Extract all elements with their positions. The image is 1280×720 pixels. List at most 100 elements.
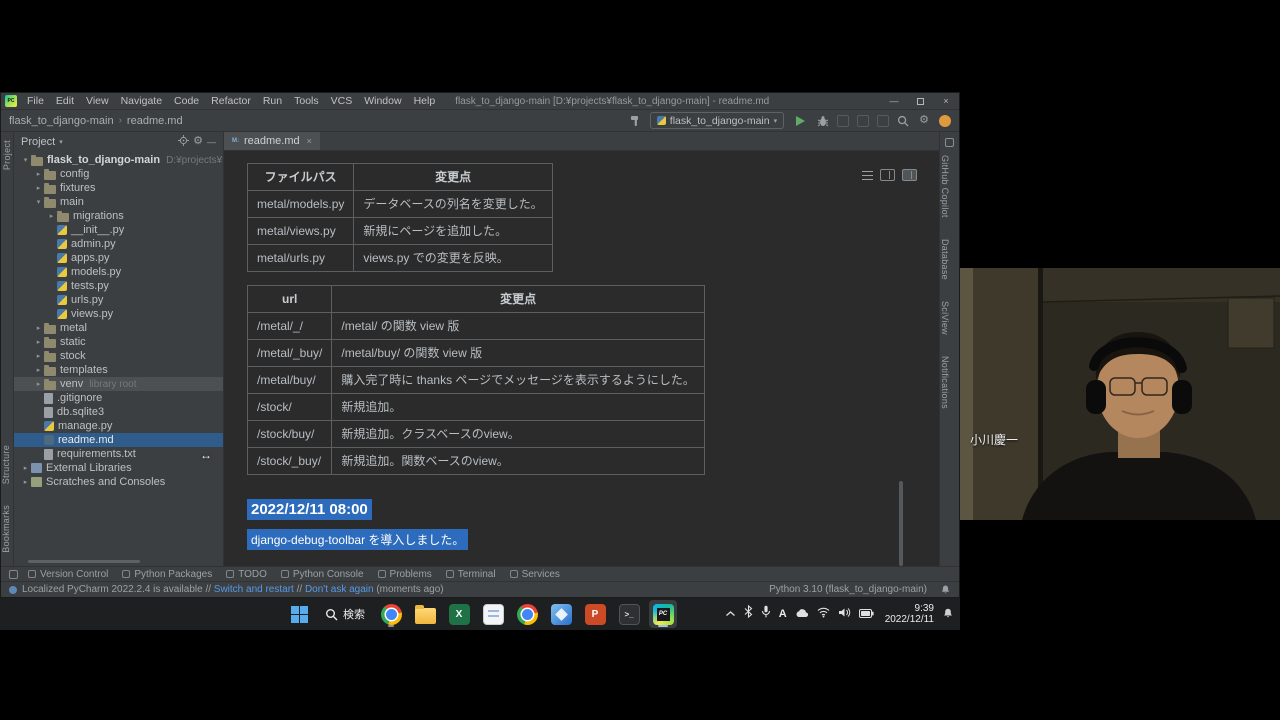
onedrive-icon[interactable] xyxy=(795,605,809,623)
tree-item-static[interactable]: ▸static xyxy=(14,335,223,349)
minimize-button[interactable]: — xyxy=(881,93,907,110)
taskbar-search[interactable]: 検索 xyxy=(319,601,371,627)
toolbutton-version-control[interactable]: Version Control xyxy=(28,569,108,580)
menu-file[interactable]: File xyxy=(21,95,50,107)
chevron-open-icon[interactable]: ▾ xyxy=(20,156,31,164)
tree-item-gitignore[interactable]: .gitignore xyxy=(14,391,223,405)
chevron-closed-icon[interactable]: ▸ xyxy=(33,338,44,346)
run-button[interactable] xyxy=(796,116,805,126)
tree-item-readme-md[interactable]: readme.md xyxy=(14,433,223,447)
toolbutton-services[interactable]: Services xyxy=(510,569,560,580)
tree-item-templates[interactable]: ▸templates xyxy=(14,363,223,377)
toolbutton-python-console[interactable]: Python Console xyxy=(281,569,364,580)
battery-icon[interactable] xyxy=(859,605,874,623)
tree-item-admin-py[interactable]: admin.py xyxy=(14,237,223,251)
toolbutton-terminal[interactable]: Terminal xyxy=(446,569,496,580)
menu-edit[interactable]: Edit xyxy=(50,95,80,107)
taskbar-terminal[interactable]: >_ xyxy=(615,600,643,628)
chevron-closed-icon[interactable]: ▸ xyxy=(33,170,44,178)
taskbar-powerpoint[interactable]: P xyxy=(581,600,609,628)
close-button[interactable]: × xyxy=(933,93,959,110)
tree-item-migrations[interactable]: ▸migrations xyxy=(14,209,223,223)
tree-item-tests-py[interactable]: tests.py xyxy=(14,279,223,293)
tool-strip-project[interactable]: Project xyxy=(2,140,12,170)
tree-item-fixtures[interactable]: ▸fixtures xyxy=(14,181,223,195)
chevron-closed-icon[interactable]: ▸ xyxy=(33,352,44,360)
tool-strip-top-icon[interactable] xyxy=(945,138,954,147)
menu-tools[interactable]: Tools xyxy=(288,95,325,107)
settings-icon[interactable]: ⚙ xyxy=(919,115,929,126)
restore-button[interactable] xyxy=(907,98,933,105)
tool-strip-database[interactable]: Database xyxy=(940,239,950,280)
tree-item-flask-to-django-main[interactable]: ▾flask_to_django-mainD:¥projects¥flask_t… xyxy=(14,153,223,167)
tree-item-metal[interactable]: ▸metal xyxy=(14,321,223,335)
microphone-icon[interactable] xyxy=(761,605,771,623)
toolbutton-todo[interactable]: TODO xyxy=(226,569,267,580)
preview-menu-icon[interactable] xyxy=(862,171,873,180)
switch-restart-link[interactable]: Switch and restart xyxy=(214,584,294,595)
user-avatar[interactable] xyxy=(939,115,951,127)
taskbar-browser2[interactable] xyxy=(513,600,541,628)
tab-close-icon[interactable]: × xyxy=(307,136,312,146)
layout-icon[interactable] xyxy=(877,115,889,127)
panel-settings-icon[interactable]: ⚙ xyxy=(193,136,203,147)
tool-strip-sciview[interactable]: SciView xyxy=(940,301,950,335)
profiler-icon[interactable] xyxy=(857,115,869,127)
search-everywhere-icon[interactable] xyxy=(897,115,909,127)
notification-bell-icon[interactable] xyxy=(942,605,954,623)
debug-button[interactable] xyxy=(817,115,829,127)
tree-item-venv[interactable]: ▸venvlibrary root xyxy=(14,377,223,391)
taskbar-photos[interactable] xyxy=(547,600,575,628)
editor-scrollbar[interactable] xyxy=(899,481,903,566)
taskbar-explorer[interactable] xyxy=(411,600,439,628)
menu-help[interactable]: Help xyxy=(408,95,442,107)
breadcrumb-readme-md[interactable]: readme.md xyxy=(127,115,183,127)
locate-file-icon[interactable] xyxy=(178,135,189,149)
run-config-select[interactable]: flask_to_django-main ▾ xyxy=(650,112,784,129)
project-panel-title[interactable]: Project xyxy=(21,136,55,148)
tree-item-external-libraries[interactable]: ▸External Libraries xyxy=(14,461,223,475)
tree-item-views-py[interactable]: views.py xyxy=(14,307,223,321)
taskbar-excel[interactable]: X xyxy=(445,600,473,628)
tree-item-requirements-txt[interactable]: requirements.txt xyxy=(14,447,223,461)
chevron-closed-icon[interactable]: ▸ xyxy=(33,380,44,388)
ime-indicator[interactable]: A xyxy=(779,608,787,620)
taskbar-chrome[interactable] xyxy=(377,600,405,628)
tree-item-stock[interactable]: ▸stock xyxy=(14,349,223,363)
menu-code[interactable]: Code xyxy=(168,95,205,107)
preview-only-icon[interactable] xyxy=(902,169,917,181)
menu-window[interactable]: Window xyxy=(358,95,407,107)
taskbar-pycharm[interactable]: PC xyxy=(649,600,677,628)
tree-item-init-py[interactable]: __init__.py xyxy=(14,223,223,237)
build-icon[interactable] xyxy=(629,114,642,127)
chevron-closed-icon[interactable]: ▸ xyxy=(33,324,44,332)
tree-item-db-sqlite3[interactable]: db.sqlite3 xyxy=(14,405,223,419)
menu-vcs[interactable]: VCS xyxy=(325,95,359,107)
bluetooth-icon[interactable] xyxy=(744,605,753,623)
breadcrumb-flask-to-django-main[interactable]: flask_to_django-main xyxy=(9,115,114,127)
chevron-closed-icon[interactable]: ▸ xyxy=(33,184,44,192)
tree-item-urls-py[interactable]: urls.py xyxy=(14,293,223,307)
tool-strip-github-copilot[interactable]: GitHub Copilot xyxy=(940,155,950,218)
chevron-closed-icon[interactable]: ▸ xyxy=(20,464,31,472)
toolbutton-python-packages[interactable]: Python Packages xyxy=(122,569,212,580)
wifi-icon[interactable] xyxy=(817,605,830,623)
chevron-closed-icon[interactable]: ▸ xyxy=(46,212,57,220)
toolbutton-problems[interactable]: Problems xyxy=(378,569,432,580)
menu-navigate[interactable]: Navigate xyxy=(115,95,168,107)
python-interpreter[interactable]: Python 3.10 (flask_to_django-main) xyxy=(769,584,927,595)
editor-preview-split-icon[interactable] xyxy=(880,169,895,181)
tree-item-scratches-and-consoles[interactable]: ▸Scratches and Consoles xyxy=(14,475,223,489)
menu-view[interactable]: View xyxy=(80,95,115,107)
tree-item-models-py[interactable]: models.py xyxy=(14,265,223,279)
tool-window-switcher-icon[interactable] xyxy=(9,570,18,579)
event-log-icon[interactable] xyxy=(940,583,951,597)
tree-item-manage-py[interactable]: manage.py xyxy=(14,419,223,433)
chevron-down-icon[interactable]: ▾ xyxy=(59,138,63,146)
coverage-icon[interactable] xyxy=(837,115,849,127)
tool-strip-notifications[interactable]: Notifications xyxy=(940,356,950,409)
volume-icon[interactable] xyxy=(838,605,851,623)
menu-run[interactable]: Run xyxy=(257,95,288,107)
tree-item-apps-py[interactable]: apps.py xyxy=(14,251,223,265)
chevron-closed-icon[interactable]: ▸ xyxy=(33,366,44,374)
